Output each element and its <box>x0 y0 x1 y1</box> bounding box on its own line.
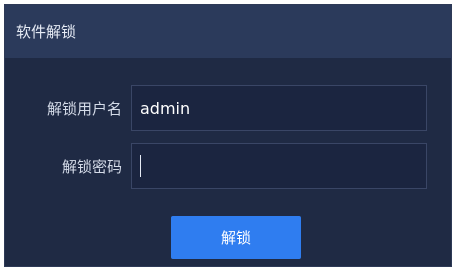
username-row: 解锁用户名 <box>5 85 451 131</box>
dialog-titlebar: 软件解锁 <box>5 5 451 58</box>
dialog-title: 软件解锁 <box>16 23 77 41</box>
username-label: 解锁用户名 <box>46 99 122 118</box>
unlock-button[interactable]: 解锁 <box>171 216 301 259</box>
unlock-dialog: 软件解锁 解锁用户名 解锁密码 解锁 <box>4 4 452 267</box>
password-input[interactable] <box>141 156 426 176</box>
password-row: 解锁密码 <box>5 143 451 189</box>
username-input[interactable] <box>140 98 426 118</box>
password-field-box[interactable] <box>131 143 427 189</box>
username-field-box[interactable] <box>131 85 427 131</box>
password-label: 解锁密码 <box>61 157 122 176</box>
